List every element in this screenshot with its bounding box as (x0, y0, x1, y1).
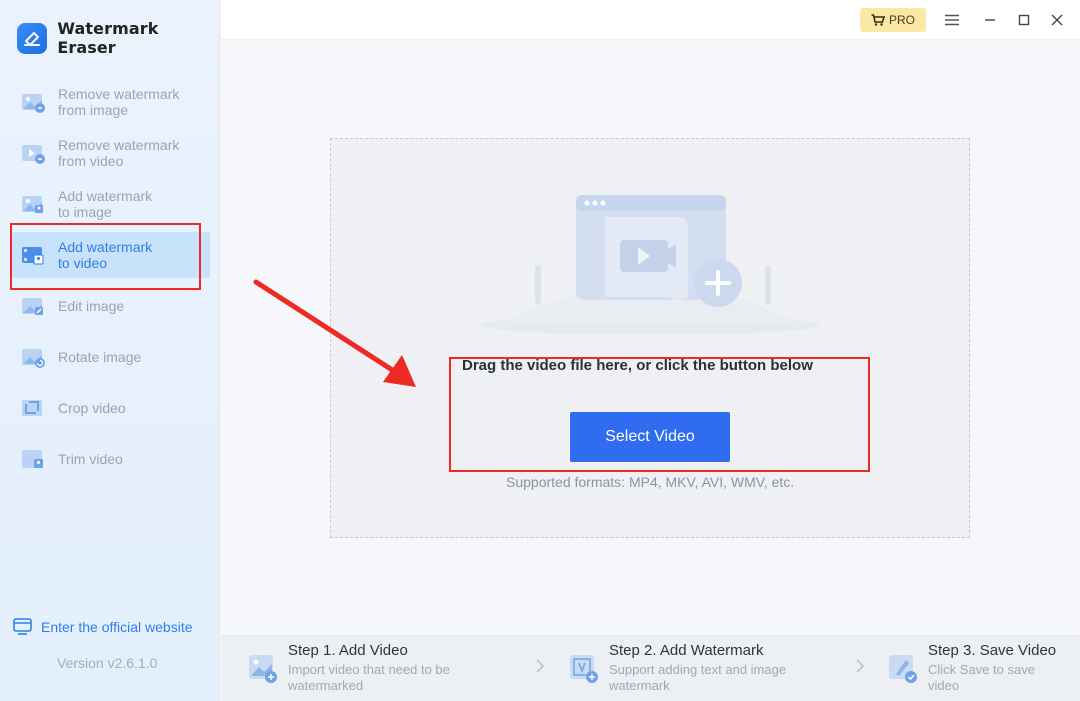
chevron-right-icon (856, 659, 865, 673)
minimize-button[interactable] (980, 10, 1000, 30)
sidebar-item-label: Remove watermark (58, 86, 180, 102)
sidebar-item-remove-watermark-image[interactable]: Remove watermark from image (12, 79, 210, 125)
sidebar-item-label: Remove watermark (58, 137, 180, 153)
supported-formats-text: Supported formats: MP4, MKV, AVI, WMV, e… (506, 474, 795, 490)
app-title: Watermark Eraser (57, 19, 159, 57)
red-arrow-annotation-icon (253, 279, 416, 387)
app-logo-icon (17, 22, 48, 54)
maximize-button[interactable] (1014, 10, 1034, 30)
video-upload-illustration-icon (480, 195, 820, 335)
step-title: Step 3. Save Video (928, 642, 1057, 659)
steps-bar: Step 1. Add Video Import video that need… (221, 635, 1080, 701)
highlight-annotation-drop (449, 357, 870, 472)
version-label: Version v2.6.1.0 (57, 655, 158, 671)
minimize-icon (985, 19, 995, 21)
step-description: Import video that need to be (288, 662, 450, 677)
step-description: watermarked (288, 678, 364, 693)
sidebar-item-label: from image (58, 102, 129, 118)
remove-watermark-image-icon (22, 94, 45, 113)
sidebar-item-remove-watermark-video[interactable]: Remove watermark from video (12, 130, 210, 176)
close-icon (1051, 14, 1063, 26)
pro-label: PRO (888, 13, 915, 27)
sidebar-item-label: Rotate image (58, 349, 142, 365)
official-website-link[interactable]: Enter the official website (13, 618, 193, 635)
close-button[interactable] (1047, 10, 1067, 30)
chevron-right-icon (536, 659, 545, 673)
sidebar-item-add-watermark-image[interactable]: Add watermark to image (12, 181, 210, 227)
menu-button[interactable] (942, 10, 962, 30)
step-description: Support adding text and image (609, 662, 787, 677)
maximize-icon (1018, 14, 1030, 26)
step-1: Step 1. Add Video Import video that need… (246, 642, 450, 694)
hamburger-icon (945, 14, 959, 26)
official-website-label: Enter the official website (41, 618, 193, 635)
step-title: Step 1. Add Video (288, 642, 408, 659)
remove-watermark-video-icon (22, 145, 45, 164)
add-video-step-icon (249, 655, 277, 683)
trim-video-icon (22, 450, 43, 468)
sidebar-item-label: to image (58, 204, 112, 220)
sidebar-item-crop-video[interactable]: Crop video (12, 385, 210, 431)
sidebar-item-trim-video[interactable]: Trim video (12, 436, 210, 482)
cart-icon (871, 14, 885, 26)
pro-button[interactable]: PRO (860, 8, 926, 32)
sidebar-item-label: Trim video (58, 451, 123, 467)
step-2: Step 2. Add Watermark Support adding tex… (567, 642, 786, 694)
step-3: Step 3. Save Video Click Save to save vi… (886, 642, 1056, 694)
save-video-step-icon (889, 655, 917, 683)
add-watermark-step-icon (570, 655, 598, 683)
crop-video-icon (22, 400, 42, 416)
step-title: Step 2. Add Watermark (609, 642, 764, 659)
sidebar-item-label: Edit image (58, 298, 125, 314)
highlight-annotation-sidebar (10, 223, 201, 290)
rotate-image-icon (22, 349, 45, 368)
step-description: watermark (609, 678, 670, 693)
sidebar-item-label: from video (58, 153, 124, 169)
sidebar-item-rotate-image[interactable]: Rotate image (12, 334, 210, 380)
add-watermark-image-icon (22, 196, 43, 213)
monitor-icon (13, 618, 32, 635)
sidebar-item-label: Add watermark (58, 188, 153, 204)
brand: Watermark Eraser (17, 19, 219, 57)
edit-image-icon (22, 298, 43, 315)
step-description: video (928, 678, 960, 693)
step-description: Click Save to save (928, 662, 1035, 677)
sidebar-item-label: Crop video (58, 400, 126, 416)
sidebar: Watermark Eraser Remove watermark from im… (0, 0, 220, 701)
